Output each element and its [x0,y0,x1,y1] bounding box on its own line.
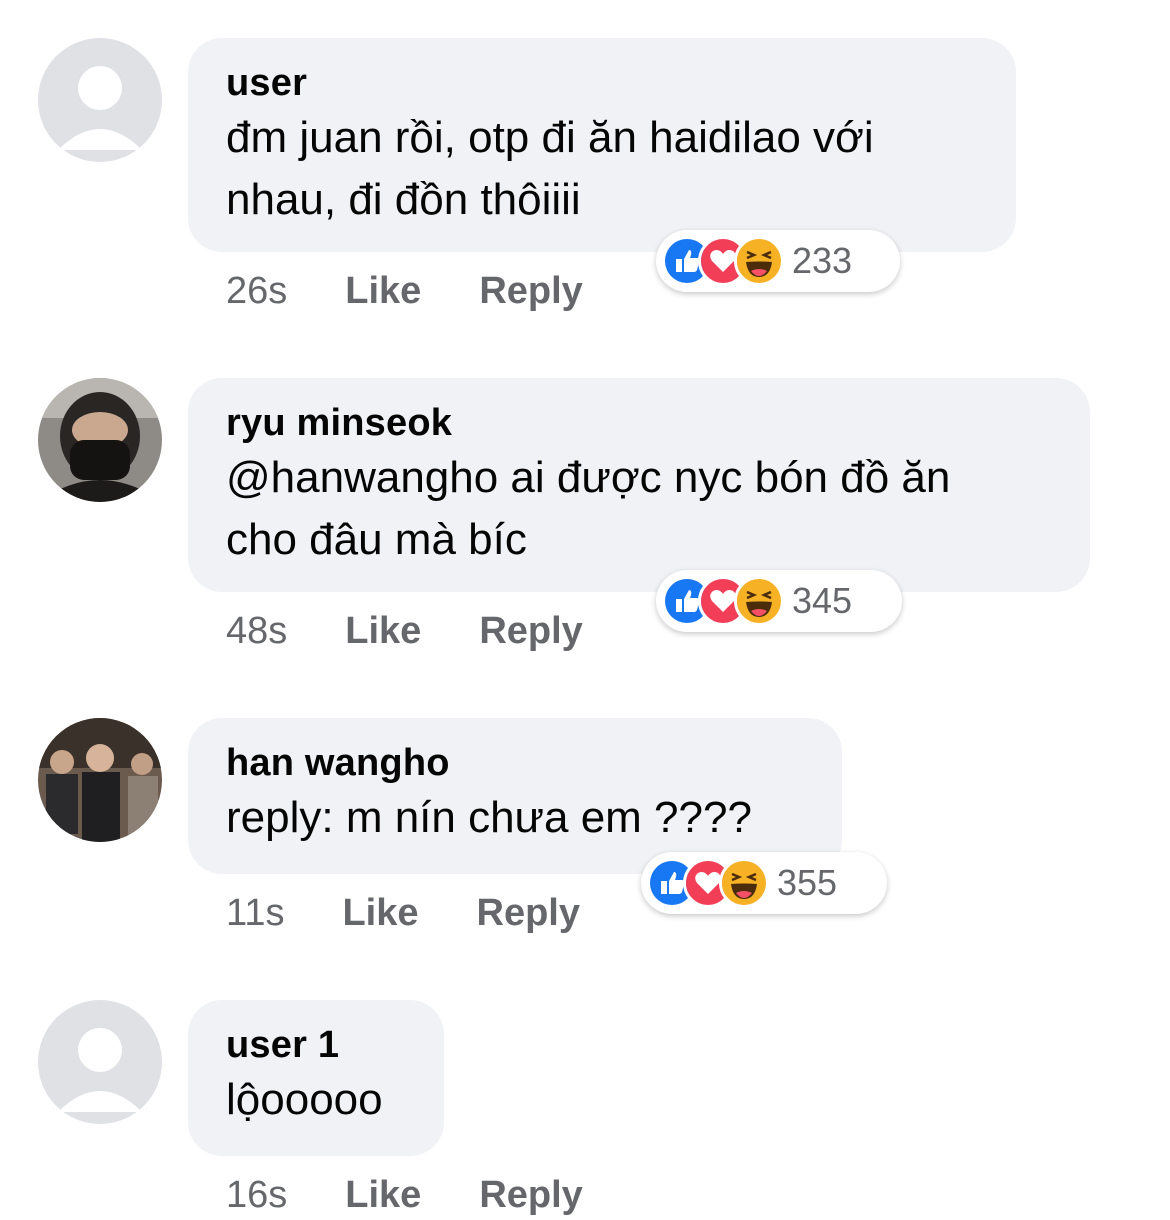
reply-button[interactable]: Reply [477,892,580,935]
comment-bubble: han wangho reply: m nín chưa em ???? [188,718,842,874]
reaction-count: 233 [792,240,853,281]
like-button[interactable]: Like [345,1174,421,1217]
photo-avatar[interactable] [38,378,162,502]
comment-bubble: user 1 lộooooo [188,1000,444,1156]
comment-text-line: reply: m nín chưa em ???? [226,793,752,842]
comment-actions: 16s Like Reply [226,1170,583,1220]
comment-author[interactable]: user 1 [226,1022,406,1068]
reaction-summary[interactable]: 233 [656,230,900,292]
haha-icon [734,236,784,286]
haha-icon [719,858,769,908]
comment-author[interactable]: user [226,60,978,106]
comment-text-line: @hanwangho ai được nyc bón đồ ăn [226,453,951,502]
comment-actions: 26s Like Reply [226,266,583,316]
profile-photo [38,378,162,502]
haha-icon [734,576,784,626]
reaction-count: 345 [792,580,853,621]
user-silhouette-icon [38,1000,162,1124]
profile-photo [38,718,162,842]
default-avatar[interactable] [38,1000,162,1124]
comment-timestamp[interactable]: 48s [226,610,287,653]
reaction-count: 355 [777,862,838,903]
comment-bubble: user đm juan rồi, otp đi ăn haidilao với… [188,38,1016,252]
comment-author[interactable]: ryu minseok [226,400,1052,446]
like-button[interactable]: Like [345,270,421,313]
comment-text-line: đm juan rồi, otp đi ăn haidilao với [226,113,874,162]
like-button[interactable]: Like [342,892,418,935]
comment-actions: 48s Like Reply [226,606,583,656]
reply-button[interactable]: Reply [479,610,582,653]
comment-author[interactable]: han wangho [226,740,804,786]
comment-timestamp[interactable]: 16s [226,1174,287,1217]
user-silhouette-icon [38,38,162,162]
comment-text-line: lộooooo [226,1075,383,1124]
like-button[interactable]: Like [345,610,421,653]
reaction-summary[interactable]: 355 [641,852,887,914]
comment-bubble: ryu minseok @hanwangho ai được nyc bón đ… [188,378,1090,592]
photo-avatar[interactable] [38,718,162,842]
comment-actions: 11s Like Reply [226,888,580,938]
comment-timestamp[interactable]: 11s [226,892,284,935]
reply-button[interactable]: Reply [479,270,582,313]
comment-timestamp[interactable]: 26s [226,270,287,313]
reply-button[interactable]: Reply [479,1174,582,1217]
comment-text-line: cho đâu mà bíc [226,515,527,564]
reaction-summary[interactable]: 345 [656,570,902,632]
comment-text-line: nhau, đi đồn thôiiii [226,175,581,224]
default-avatar[interactable] [38,38,162,162]
